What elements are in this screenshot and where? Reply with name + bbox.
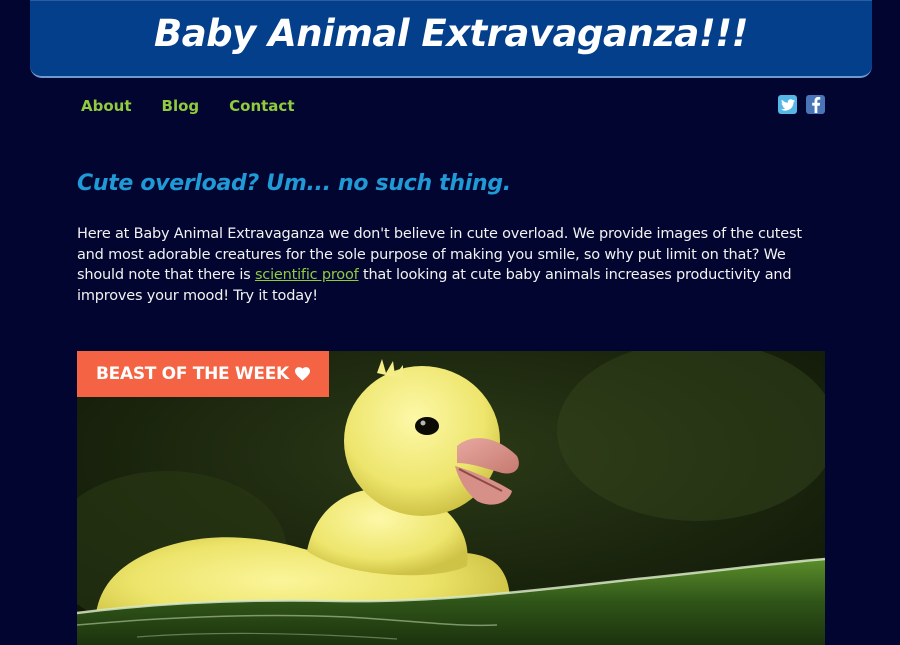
social-links <box>778 95 825 114</box>
facebook-icon[interactable] <box>806 95 825 114</box>
nav-link-about[interactable]: About <box>81 95 132 117</box>
site-title: Baby Animal Extravaganza!!! <box>154 12 748 55</box>
beast-of-the-week-badge: BEAST OF THE WEEK <box>77 351 329 397</box>
nav-link-blog[interactable]: Blog <box>162 95 200 117</box>
heart-icon <box>294 367 310 381</box>
site-header: Baby Animal Extravaganza!!! <box>30 0 872 78</box>
scientific-proof-link[interactable]: scientific proof <box>255 267 359 283</box>
nav-link-contact[interactable]: Contact <box>229 95 294 117</box>
badge-label: BEAST OF THE WEEK <box>96 364 289 384</box>
twitter-icon[interactable] <box>778 95 797 114</box>
intro-paragraph: Here at Baby Animal Extravaganza we don'… <box>77 224 827 306</box>
beast-of-the-week-feature: BEAST OF THE WEEK <box>77 351 825 645</box>
tagline-heading: Cute overload? Um... no such thing. <box>77 171 511 196</box>
main-nav: About Blog Contact <box>81 95 295 117</box>
page: Baby Animal Extravaganza!!! About Blog C… <box>0 0 900 645</box>
